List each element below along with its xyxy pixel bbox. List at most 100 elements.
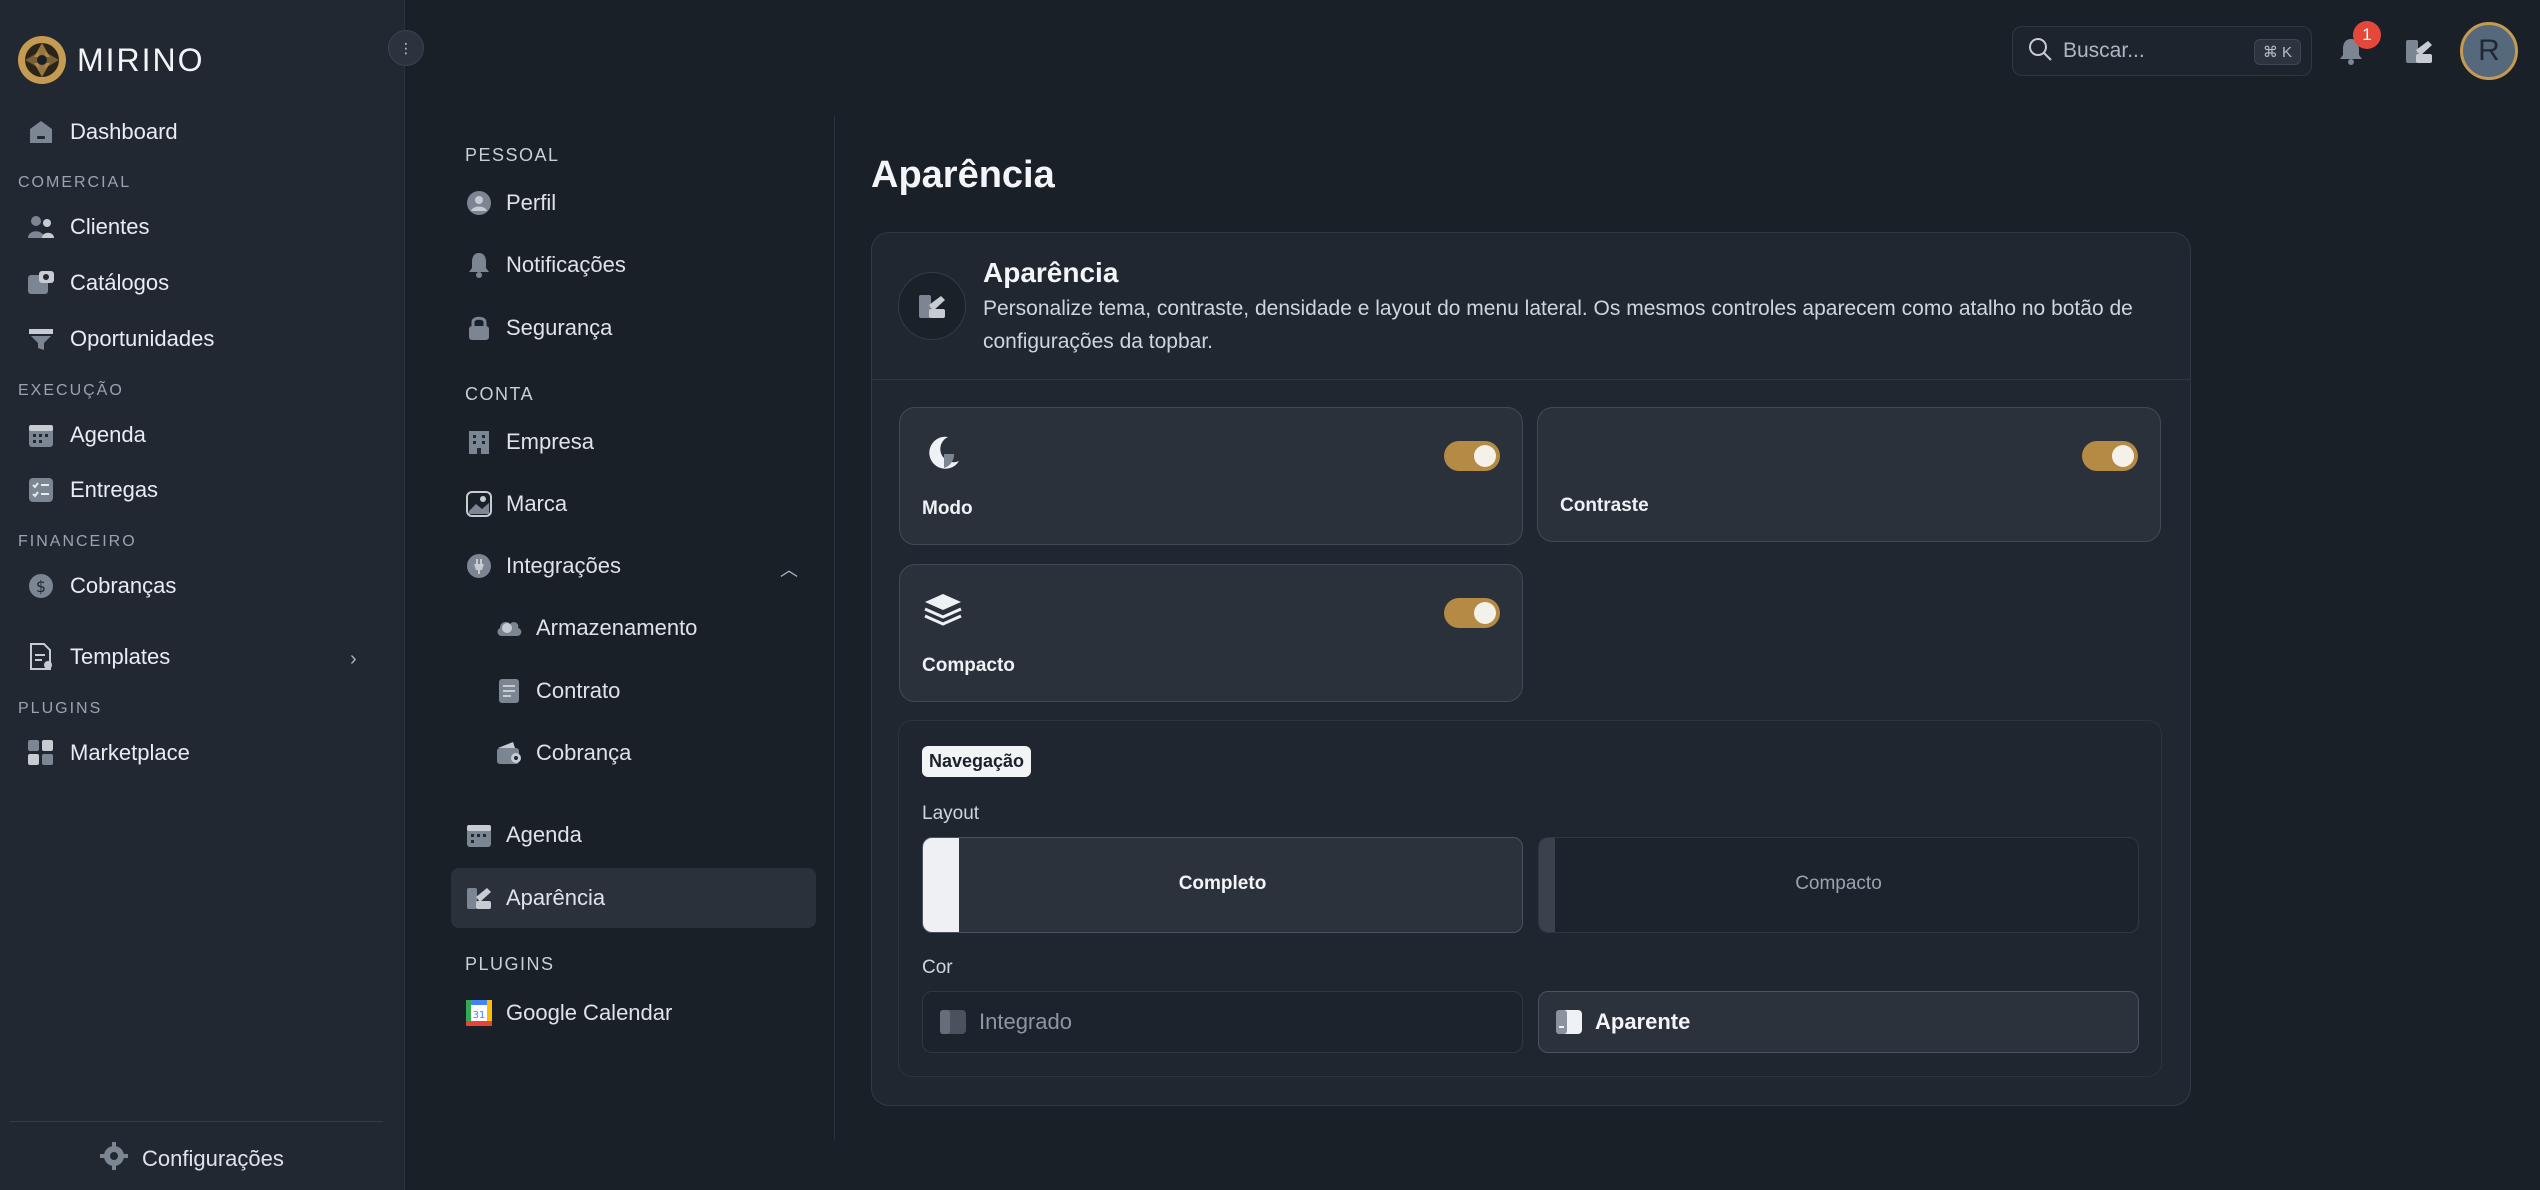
contraste-toggle-switch[interactable]: [2082, 441, 2138, 471]
section-execucao: EXECUÇÃO: [18, 382, 124, 399]
section-comercial: COMERCIAL: [18, 174, 132, 191]
document-icon: [495, 677, 523, 705]
moon-icon: [922, 432, 964, 474]
sidebar-item-marketplace[interactable]: Marketplace: [26, 733, 190, 773]
sidebar-item-label: Agenda: [70, 422, 146, 447]
layers-icon: [922, 589, 964, 631]
subnav-section-plugins: PLUGINS: [465, 954, 555, 974]
modo-toggle-switch[interactable]: [1444, 441, 1500, 471]
subnav-item-seguranca[interactable]: Segurança: [465, 308, 612, 348]
compacto-toggle-switch[interactable]: [1444, 598, 1500, 628]
appearance-settings-button[interactable]: [2404, 36, 2434, 71]
sidebar-item-label: Oportunidades: [70, 326, 215, 351]
card-title: Aparência: [983, 257, 1119, 288]
subnav-label: Integrações: [506, 553, 621, 578]
toggle-label: Contraste: [1560, 495, 1649, 516]
section-financeiro: FINANCEIRO: [18, 533, 137, 550]
search-input[interactable]: Buscar... ⌘ K: [2012, 26, 2312, 76]
gear-icon: [100, 1142, 128, 1175]
sidebar-item-label: Dashboard: [70, 119, 178, 144]
brand-name: MIRINO: [77, 41, 205, 78]
layout-option-label: Completo: [1178, 873, 1267, 894]
search-icon: [2027, 36, 2053, 67]
color-option-integrado[interactable]: Integrado: [922, 991, 1523, 1053]
sidebar-item-templates[interactable]: Templates: [26, 637, 170, 677]
subnav-label: Armazenamento: [536, 615, 698, 640]
subnav-label: Contrato: [536, 678, 621, 703]
sidebar-item-label: Cobranças: [70, 573, 177, 598]
paint-palette-icon: [465, 884, 493, 912]
sidebar-item-cobrancas[interactable]: $ Cobranças: [26, 566, 176, 606]
toggle-tile-compacto[interactable]: Compacto: [899, 564, 1523, 702]
cloud-icon: [495, 614, 523, 642]
calendar-icon: [465, 821, 493, 849]
layout-option-compacto[interactable]: Compacto: [1538, 837, 2139, 933]
paint-palette-icon: [919, 295, 945, 318]
sidebar-integrated-icon: [940, 1010, 966, 1034]
paint-palette-icon: [2406, 40, 2432, 63]
subnav-item-cobranca[interactable]: Cobrança: [495, 733, 631, 773]
subnav-divider: [834, 115, 835, 1140]
chevron-up-icon[interactable]: ︿: [780, 556, 798, 582]
sidebar-item-dashboard[interactable]: Dashboard: [26, 112, 178, 152]
catalog-icon: [26, 268, 56, 298]
subnav-section-pessoal: PESSOAL: [465, 145, 560, 165]
collapse-sidebar-button[interactable]: ⋮: [388, 30, 424, 66]
subnav-label: Empresa: [506, 429, 595, 454]
sidebar-item-clientes[interactable]: Clientes: [26, 207, 149, 247]
sidebar-item-entregas[interactable]: Entregas: [26, 470, 158, 510]
sidebar-item-oportunidades[interactable]: Oportunidades: [26, 319, 214, 359]
calendar-icon: [26, 420, 56, 450]
subnav-item-notificacoes[interactable]: Notificações: [465, 245, 626, 285]
image-icon: [465, 490, 493, 518]
sidebar-item-catalogos[interactable]: Catálogos: [26, 263, 169, 303]
toggle-tile-contraste[interactable]: Contraste: [1537, 407, 2161, 542]
layout-option-label: Compacto: [1795, 873, 1882, 894]
dollar-coin-icon: $: [26, 571, 56, 601]
toggle-label: Compacto: [922, 655, 1015, 676]
sidebar-item-configuracoes[interactable]: Configurações: [100, 1142, 284, 1175]
bell-icon: [465, 251, 493, 279]
checklist-icon: [26, 475, 56, 505]
subnav-item-perfil[interactable]: Perfil: [465, 183, 556, 223]
subnav-item-google-calendar[interactable]: 31 Google Calendar: [465, 993, 672, 1033]
user-avatar[interactable]: R: [2460, 22, 2518, 80]
document-edit-icon: [26, 642, 56, 672]
plug-icon: [465, 552, 493, 580]
page-title: Aparência: [871, 154, 1055, 196]
aperture-logo-icon: [18, 36, 66, 84]
building-icon: [465, 428, 493, 456]
subnav-item-empresa[interactable]: Empresa: [465, 422, 594, 462]
config-label: Configurações: [142, 1145, 284, 1171]
subnav-label: Segurança: [506, 315, 613, 340]
subnav-item-contrato[interactable]: Contrato: [495, 671, 620, 711]
subnav-item-marca[interactable]: Marca: [465, 484, 567, 524]
users-icon: [26, 212, 56, 242]
subnav-label: Perfil: [506, 190, 557, 215]
subnav-label: Cobrança: [536, 740, 632, 765]
card-header-divider: [872, 379, 2190, 380]
sidebar-item-label: Catálogos: [70, 270, 170, 295]
subnav-label: Google Calendar: [506, 1000, 673, 1025]
home-icon: [26, 117, 56, 147]
subnav-label: Aparência: [506, 885, 606, 910]
color-label: Cor: [922, 957, 953, 978]
user-circle-icon: [465, 189, 493, 217]
chevron-right-icon[interactable]: ›: [350, 648, 357, 671]
subnav-item-agenda[interactable]: Agenda: [465, 815, 582, 855]
color-option-aparente[interactable]: Aparente: [1538, 991, 2139, 1053]
toggle-tile-modo[interactable]: Modo: [899, 407, 1523, 545]
brand[interactable]: MIRINO: [17, 35, 205, 85]
card-description: Personalize tema, contraste, densidade e…: [983, 297, 2133, 353]
funnel-icon: [26, 324, 56, 354]
sidebar-item-agenda[interactable]: Agenda: [26, 415, 146, 455]
sidebar-visible-icon: [1556, 1010, 1582, 1034]
sidebar-item-label: Clientes: [70, 214, 150, 239]
wallet-icon: [495, 739, 523, 767]
sidebar-item-label: Templates: [70, 644, 171, 669]
layout-option-completo[interactable]: Completo: [922, 837, 1523, 933]
subnav-item-armazenamento[interactable]: Armazenamento: [495, 608, 697, 648]
subnav-item-integracoes[interactable]: Integrações: [465, 546, 621, 586]
card-icon: [898, 272, 966, 340]
subnav-item-aparencia[interactable]: Aparência: [465, 878, 605, 918]
